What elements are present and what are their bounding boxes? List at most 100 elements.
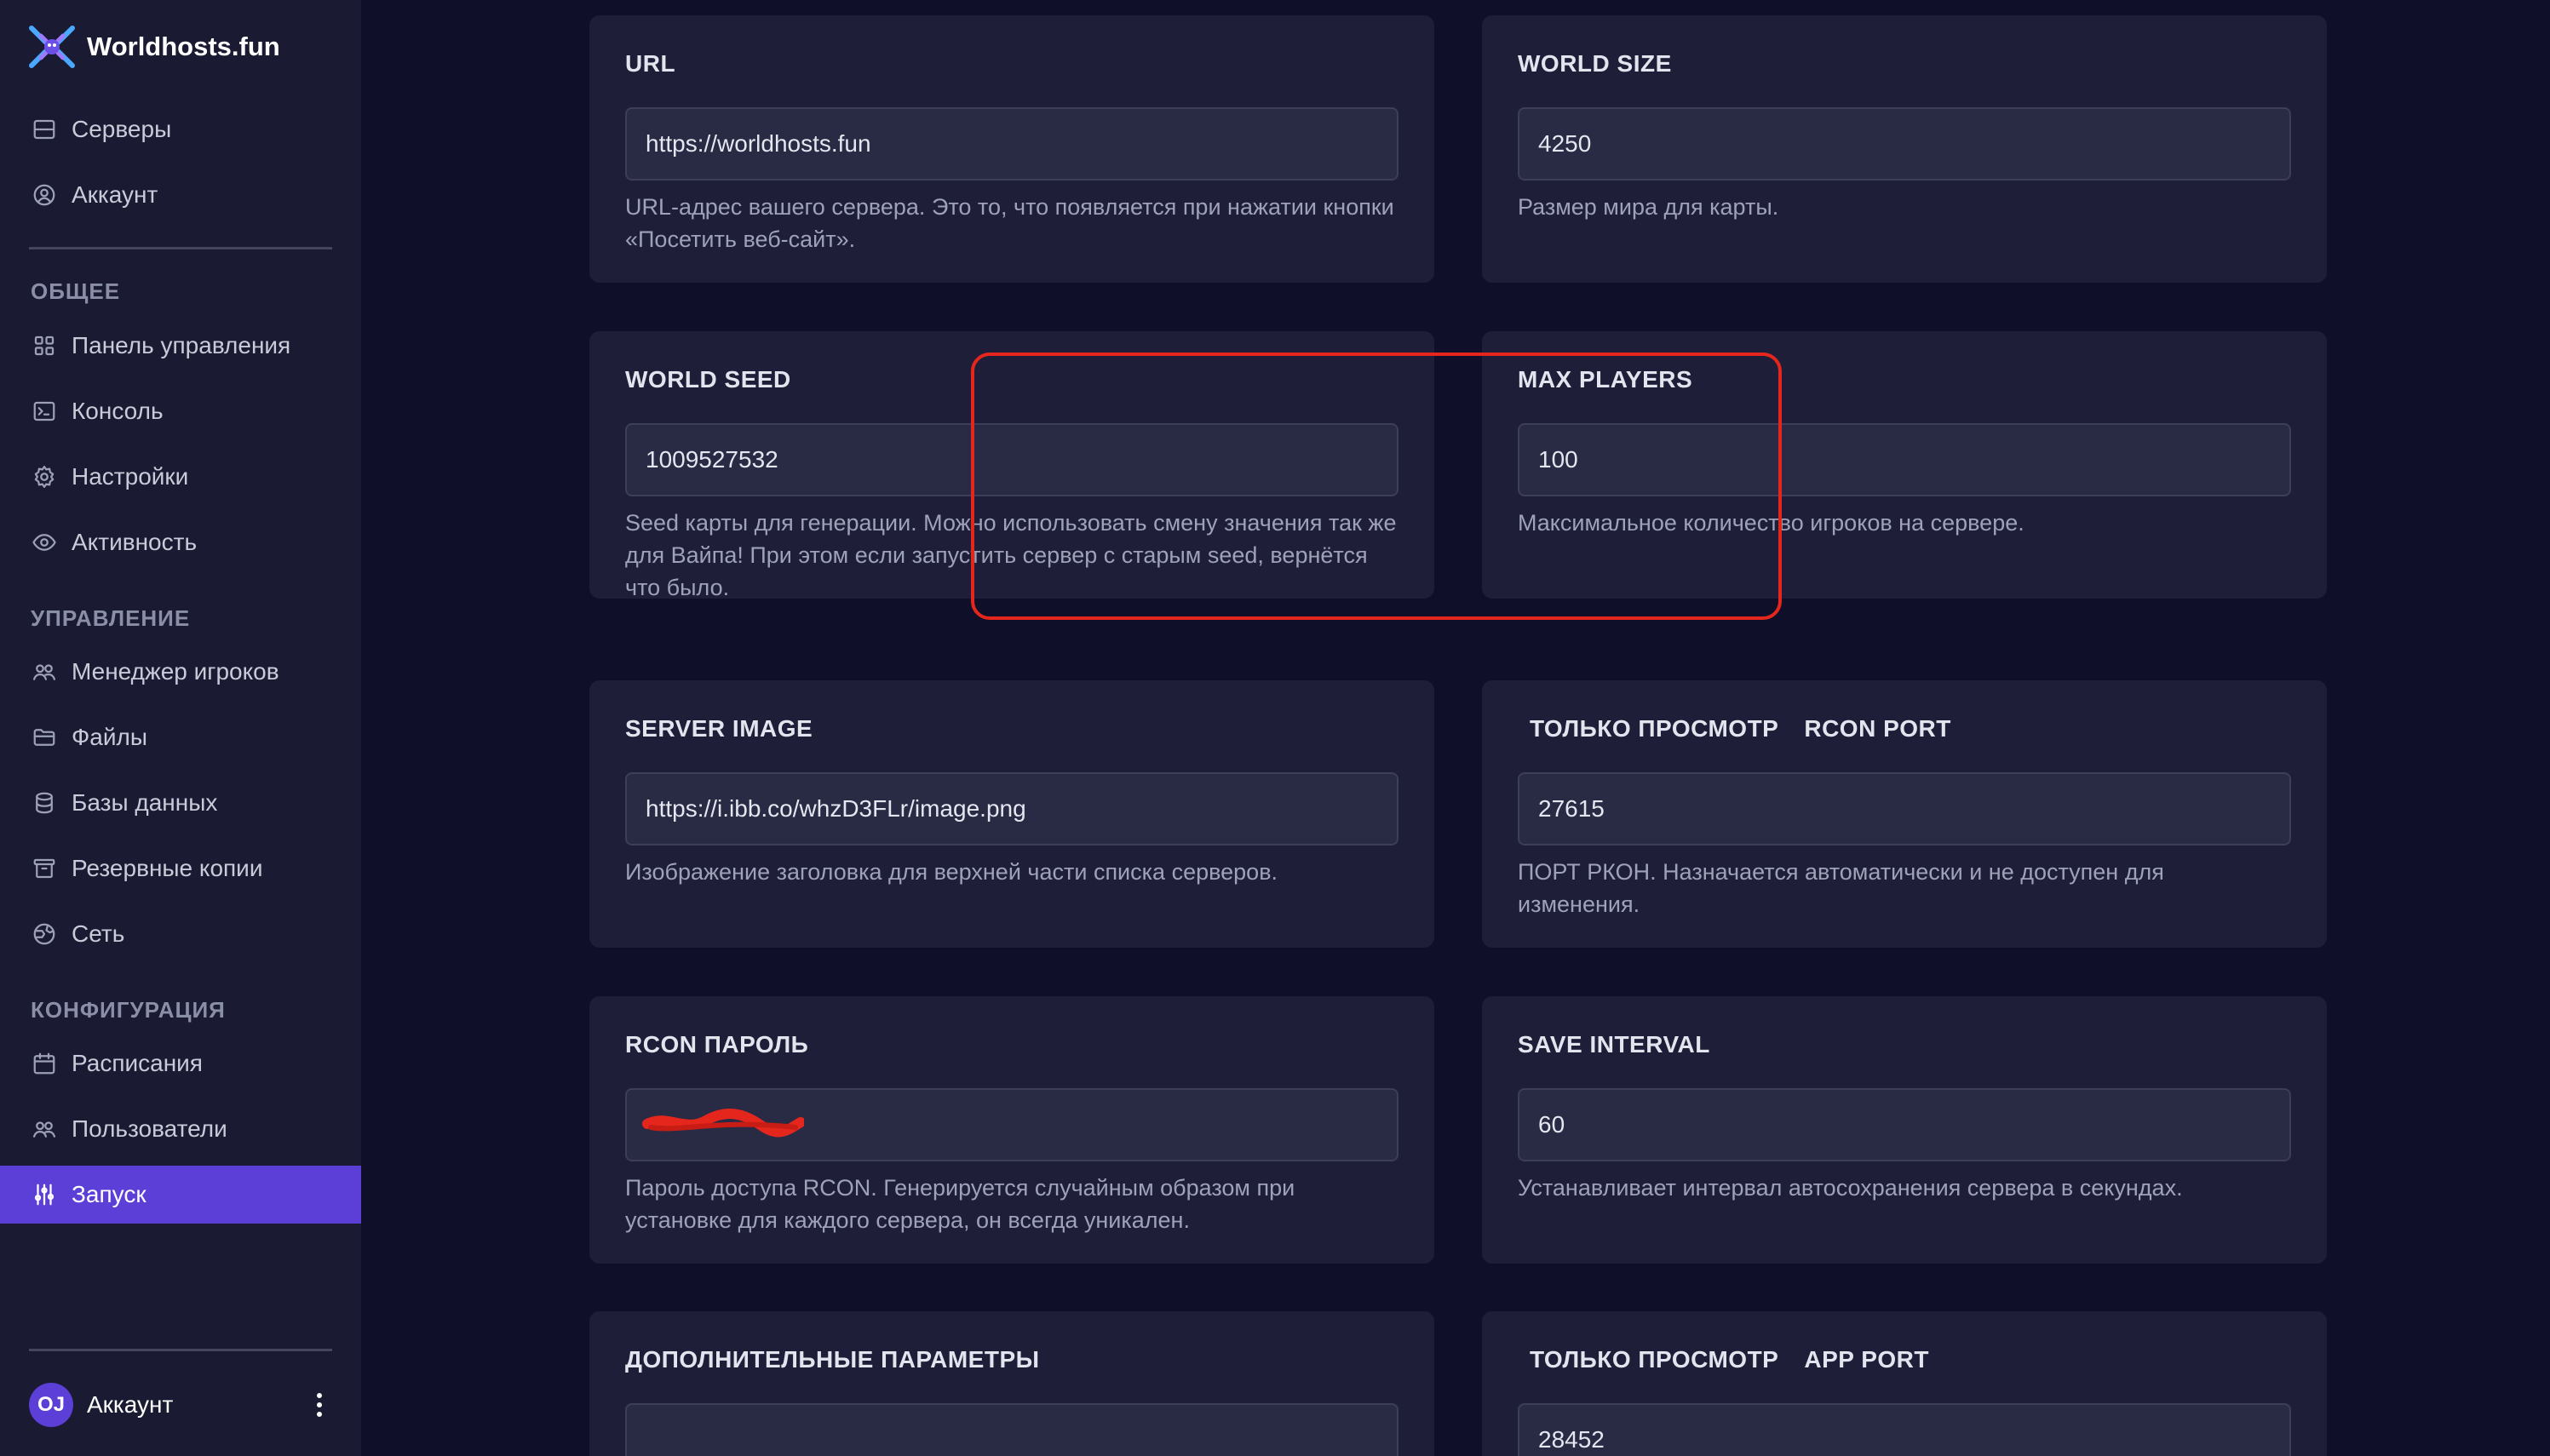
- user-circle-icon: [31, 181, 58, 209]
- max-players-input[interactable]: 100: [1518, 423, 2291, 496]
- sidebar-item-console[interactable]: Консоль: [0, 382, 361, 440]
- world-size-input[interactable]: 4250: [1518, 107, 2291, 181]
- more-options-icon[interactable]: [307, 1388, 332, 1422]
- variable-card-world-seed: WORLD SEED 1009527532 Seed карты для ген…: [589, 331, 1434, 600]
- readonly-badge: ТОЛЬКО ПРОСМОТР: [1530, 715, 1779, 742]
- app-window: Worldhosts.fun Серверы Аккаунт ОБЩЕЕ Пан…: [0, 0, 2550, 1456]
- sidebar-divider: [29, 247, 332, 249]
- sidebar-item-label: Расписания: [72, 1050, 203, 1076]
- variable-label: WORLD SIZE: [1518, 50, 1672, 77]
- account-name: Аккаунт: [87, 1391, 174, 1418]
- variable-card-app-port: ТОЛЬКО ПРОСМОТР APP PORT 28452: [1482, 1311, 2327, 1456]
- variable-card-save-interval: SAVE INTERVAL 60 Устанавливает интервал …: [1482, 996, 2327, 1264]
- globe-icon: [31, 920, 58, 948]
- variable-card-max-players: MAX PLAYERS 100 Максимальное количество …: [1482, 331, 2327, 599]
- account-menu[interactable]: OJ Аккаунт: [29, 1381, 332, 1429]
- variable-label: MAX PLAYERS: [1518, 366, 1693, 393]
- sidebar: Worldhosts.fun Серверы Аккаунт ОБЩЕЕ Пан…: [0, 0, 361, 1456]
- section-label-general: ОБЩЕЕ: [31, 278, 121, 304]
- sidebar-item-databases[interactable]: Базы данных: [0, 774, 361, 832]
- database-icon: [31, 789, 58, 817]
- sidebar-item-label: Аккаунт: [72, 181, 158, 208]
- variable-card-url: URL https://worldhosts.fun URL-адрес ваш…: [589, 15, 1434, 283]
- variable-description: Устанавливает интервал автосохранения се…: [1518, 1175, 2183, 1201]
- sidebar-item-startup[interactable]: Запуск: [0, 1166, 361, 1224]
- sidebar-divider: [29, 1349, 332, 1351]
- variable-description: URL-адрес вашего сервера. Это то, что по…: [625, 194, 1394, 252]
- variable-description: Максимальное количество игроков на серве…: [1518, 510, 2024, 536]
- section-label-management: УПРАВЛЕНИЕ: [31, 605, 191, 631]
- variable-label: SAVE INTERVAL: [1518, 1031, 1710, 1058]
- variable-name: APP PORT: [1804, 1346, 1929, 1373]
- calendar-icon: [31, 1050, 58, 1077]
- variable-name: RCON PORT: [1804, 715, 1951, 742]
- url-input[interactable]: https://worldhosts.fun: [625, 107, 1398, 181]
- brand-name: Worldhosts.fun: [87, 32, 280, 61]
- section-label-configuration: КОНФИГУРАЦИЯ: [31, 997, 226, 1023]
- sidebar-item-label: Настройки: [72, 463, 189, 490]
- sidebar-item-label: Базы данных: [72, 789, 218, 816]
- terminal-icon: [31, 398, 58, 425]
- variable-description: Seed карты для генерации. Можно использо…: [625, 510, 1397, 600]
- sidebar-item-settings[interactable]: Настройки: [0, 448, 361, 506]
- sidebar-item-network[interactable]: Сеть: [0, 905, 361, 963]
- sidebar-item-label: Пользователи: [72, 1115, 227, 1142]
- variable-label: URL: [625, 50, 676, 77]
- rcon-password-input[interactable]: [625, 1088, 1398, 1161]
- variable-description: Изображение заголовка для верхней части …: [625, 859, 1278, 885]
- users-icon: [31, 658, 58, 685]
- sidebar-item-files[interactable]: Файлы: [0, 708, 361, 766]
- variable-label: RCON ПАРОЛЬ: [625, 1031, 809, 1058]
- variable-label: ТОЛЬКО ПРОСМОТР RCON PORT: [1518, 714, 2291, 743]
- world-seed-input[interactable]: 1009527532: [625, 423, 1398, 496]
- logo-icon: [29, 26, 75, 68]
- variable-card-rcon-password: RCON ПАРОЛЬ Пароль доступа RCON. Генерир…: [589, 996, 1434, 1264]
- sidebar-item-label: Серверы: [72, 116, 172, 142]
- app-port-input: 28452: [1518, 1403, 2291, 1456]
- sidebar-item-backups[interactable]: Резервные копии: [0, 840, 361, 897]
- sidebar-item-label: Консоль: [72, 398, 164, 424]
- variable-label: WORLD SEED: [625, 366, 791, 393]
- variable-card-rcon-port: ТОЛЬКО ПРОСМОТР RCON PORT 27615 ПОРТ РКО…: [1482, 680, 2327, 948]
- sidebar-item-users[interactable]: Пользователи: [0, 1100, 361, 1158]
- variable-card-world-size: WORLD SIZE 4250 Размер мира для карты.: [1482, 15, 2327, 283]
- variable-description: ПОРТ РКОН. Назначается автоматически и н…: [1518, 859, 2164, 917]
- folder-icon: [31, 724, 58, 751]
- sidebar-item-account[interactable]: Аккаунт: [0, 166, 361, 224]
- sidebar-item-label: Файлы: [72, 724, 147, 750]
- variable-label: ТОЛЬКО ПРОСМОТР APP PORT: [1518, 1345, 2291, 1374]
- sidebar-item-schedules[interactable]: Расписания: [0, 1035, 361, 1092]
- sidebar-item-label: Панель управления: [72, 332, 291, 358]
- sidebar-item-label: Резервные копии: [72, 855, 263, 881]
- users-icon: [31, 1115, 58, 1143]
- eye-icon: [31, 529, 58, 556]
- sidebar-item-activity[interactable]: Активность: [0, 513, 361, 571]
- sidebar-item-label: Сеть: [72, 920, 125, 947]
- archive-icon: [31, 855, 58, 882]
- sidebar-item-dashboard[interactable]: Панель управления: [0, 317, 361, 375]
- variable-label: SERVER IMAGE: [625, 715, 813, 742]
- gear-icon: [31, 463, 58, 490]
- redaction-scribble: [642, 1109, 807, 1138]
- variable-card-server-image: SERVER IMAGE https://i.ibb.co/whzD3FLr/i…: [589, 680, 1434, 948]
- sidebar-item-label: Запуск: [72, 1181, 146, 1207]
- server-icon: [31, 116, 58, 143]
- save-interval-input[interactable]: 60: [1518, 1088, 2291, 1161]
- sidebar-item-label: Активность: [72, 529, 198, 555]
- sidebar-item-label: Менеджер игроков: [72, 658, 279, 685]
- brand[interactable]: Worldhosts.fun: [29, 26, 280, 68]
- variable-description: Размер мира для карты.: [1518, 194, 1779, 220]
- extra-params-input[interactable]: [625, 1403, 1398, 1456]
- sliders-icon: [31, 1181, 58, 1208]
- startup-variables: URL https://worldhosts.fun URL-адрес ваш…: [361, 0, 2550, 1456]
- dashboard-icon: [31, 332, 58, 359]
- variable-label: ДОПОЛНИТЕЛЬНЫЕ ПАРАМЕТРЫ: [625, 1346, 1040, 1373]
- rcon-port-input: 27615: [1518, 772, 2291, 846]
- sidebar-item-servers[interactable]: Серверы: [0, 100, 361, 158]
- avatar: OJ: [29, 1383, 73, 1427]
- variable-description: Пароль доступа RCON. Генерируется случай…: [625, 1175, 1295, 1233]
- server-image-input[interactable]: https://i.ibb.co/whzD3FLr/image.png: [625, 772, 1398, 846]
- variable-card-extra-params: ДОПОЛНИТЕЛЬНЫЕ ПАРАМЕТРЫ: [589, 1311, 1434, 1456]
- readonly-badge: ТОЛЬКО ПРОСМОТР: [1530, 1346, 1779, 1373]
- sidebar-item-player-manager[interactable]: Менеджер игроков: [0, 643, 361, 701]
